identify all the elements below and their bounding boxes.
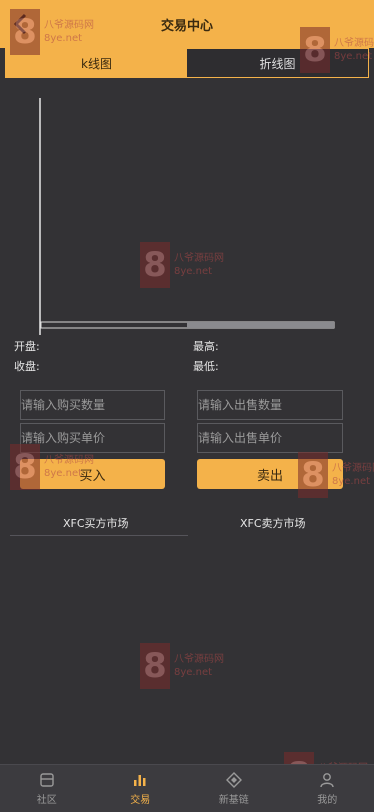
tabbar-label: 我的 (317, 794, 338, 806)
tabbar-label: 新基链 (218, 794, 249, 806)
trade-chart-icon (134, 774, 146, 786)
watermark-logo: 8八爷源码网8ye.net (10, 2, 100, 62)
tabbar-item-community[interactable]: 社区 (0, 765, 94, 812)
watermark-logo: 8八爷源码网8ye.net (140, 636, 230, 696)
diamond-icon (225, 771, 242, 788)
tabbar-item-trade[interactable]: 交易 (94, 765, 188, 812)
watermark-logo: 8八爷源码网8ye.net (300, 20, 374, 80)
buy-market-tab[interactable]: XFC买方市场 (63, 515, 129, 531)
watermark-logo: 8八爷源码网8ye.net (10, 437, 100, 497)
tabbar-item-chain[interactable]: 新基链 (187, 765, 281, 812)
user-icon (320, 772, 334, 787)
bottom-tabbar: 社区 交易 新基链 我的 (0, 764, 374, 812)
watermark-logo: 8八爷源码网8ye.net (140, 235, 230, 295)
tabbar-item-mine[interactable]: 我的 (281, 765, 374, 812)
open-label: 开盘: (14, 340, 40, 353)
zoom-slider-handle (187, 322, 334, 328)
watermark-logo: 8八爷源码网8ye.net (298, 445, 374, 505)
tabbar-label: 交易 (130, 794, 151, 806)
community-icon (40, 772, 54, 787)
kline-chart (0, 90, 374, 335)
sell-market-tab[interactable]: XFC卖方市场 (240, 515, 306, 531)
close-label: 收盘: (14, 360, 40, 373)
sell-quantity-input[interactable] (197, 390, 343, 420)
page-title: 交易中心 (160, 18, 213, 34)
buy-market-underline (10, 535, 188, 536)
buy-quantity-input[interactable] (20, 390, 165, 420)
low-label: 最低: (193, 360, 219, 373)
tabbar-label: 社区 (36, 794, 57, 806)
high-label: 最高: (193, 340, 219, 353)
